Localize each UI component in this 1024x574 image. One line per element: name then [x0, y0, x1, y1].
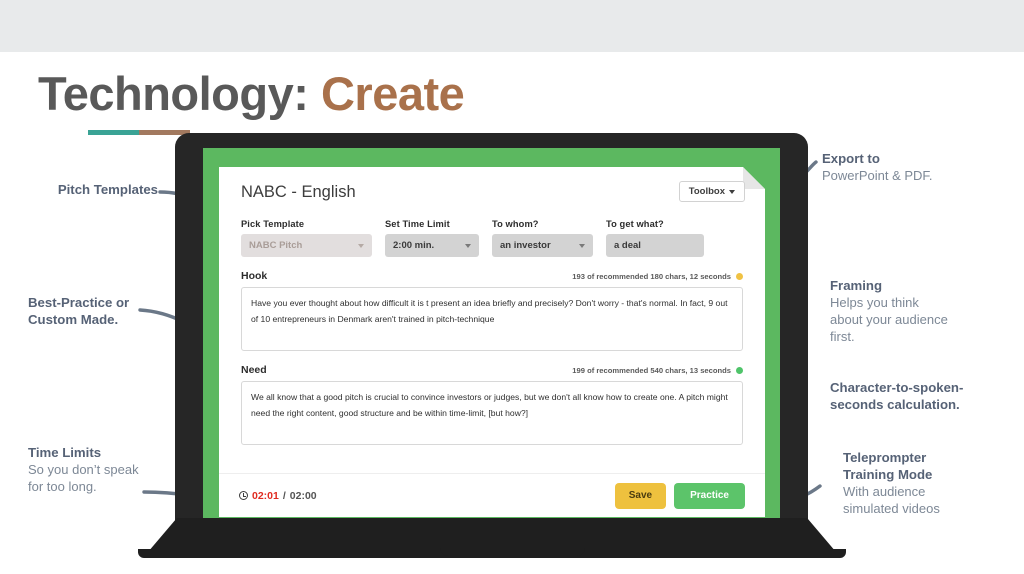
section-need: Need 199 of recommended 540 chars, 13 se… — [219, 351, 765, 445]
to-get-what-input[interactable]: a deal — [606, 234, 704, 257]
app-header: NABC - English Toolbox — [219, 167, 765, 213]
pitch-settings-row: Pick Template NABC Pitch Set Time Limit … — [219, 213, 765, 257]
timer-total: 02:00 — [289, 489, 317, 502]
section-hook: Hook 193 of recommended 180 chars, 12 se… — [219, 257, 765, 351]
to-whom-select[interactable]: an investor — [492, 234, 593, 257]
toolbox-button-label: Toolbox — [688, 186, 725, 197]
counter-text: 199 of recommended 540 chars, 13 seconds — [572, 365, 731, 375]
app-card: NABC - English Toolbox Pick Template NAB… — [219, 167, 765, 517]
status-badge — [736, 367, 743, 374]
select-value: a deal — [614, 240, 641, 251]
annotation-framing: Framing Helps you think about your audie… — [830, 278, 1010, 346]
section-title: Hook — [241, 270, 268, 282]
annotation-heading: Pitch Templates — [57, 182, 158, 197]
footer-actions: Save Practice — [615, 483, 745, 509]
select-value: NABC Pitch — [249, 240, 303, 251]
practice-button[interactable]: Practice — [674, 483, 745, 509]
section-header: Hook 193 of recommended 180 chars, 12 se… — [241, 270, 743, 282]
hook-textarea[interactable]: Have you ever thought about how difficul… — [241, 287, 743, 351]
annotation-heading: Time Limits — [28, 445, 102, 460]
select-value: 2:00 min. — [393, 240, 435, 251]
top-gray-band — [0, 0, 1024, 52]
annotation-body: With audience simulated videos — [843, 483, 940, 516]
annotation-heading: Teleprompter Training Mode — [843, 450, 933, 482]
need-textarea[interactable]: We all know that a good pitch is crucial… — [241, 381, 743, 445]
page-title: Technology: Create — [38, 66, 465, 121]
field-to-get-what: To get what? a deal — [606, 219, 704, 257]
chevron-down-icon — [358, 244, 364, 248]
page-title-primary: Technology: — [38, 67, 309, 120]
pitch-timer: 02:01 / 02:00 — [239, 490, 317, 502]
page-title-accent: Create — [320, 67, 465, 120]
accent-rule-teal — [88, 130, 139, 135]
annotation-best-practice: Best-Practice or Custom Made. — [28, 295, 146, 329]
section-title: Need — [241, 364, 267, 376]
annotation-body: Helps you think about your audience firs… — [830, 294, 948, 344]
status-badge — [736, 273, 743, 280]
chevron-down-icon — [465, 244, 471, 248]
title-accent-rule — [88, 130, 190, 135]
set-time-limit-select[interactable]: 2:00 min. — [385, 234, 479, 257]
toolbox-button[interactable]: Toolbox — [679, 181, 745, 202]
app-title: NABC - English — [241, 183, 356, 201]
annotation-body: So you don’t speak for too long. — [28, 461, 139, 494]
chevron-down-icon — [579, 244, 585, 248]
field-pick-template: Pick Template NABC Pitch — [241, 219, 372, 257]
annotation-pitch-templates: Pitch Templates — [30, 182, 158, 199]
need-char-counter: 199 of recommended 540 chars, 13 seconds — [572, 366, 743, 375]
timer-separator: / — [282, 489, 286, 502]
annotation-teleprompter: Teleprompter Training Mode With audience… — [843, 450, 1023, 518]
field-to-whom: To whom? an investor — [492, 219, 593, 257]
app-footer: 02:01 / 02:00 Save Practice — [219, 473, 765, 517]
field-label: To whom? — [492, 219, 539, 229]
annotation-heading: Best-Practice or Custom Made. — [28, 295, 130, 327]
annotation-time-limits: Time Limits So you don’t speak for too l… — [28, 445, 158, 496]
timer-current: 02:01 — [252, 489, 279, 502]
field-label: Set Time Limit — [385, 219, 450, 229]
field-label: To get what? — [606, 219, 664, 229]
annotation-character-seconds: Character-to-spoken- seconds calculation… — [830, 380, 1020, 414]
annotation-heading: Framing — [830, 278, 883, 293]
annotation-heading: Character-to-spoken- seconds calculation… — [830, 380, 964, 412]
section-header: Need 199 of recommended 540 chars, 13 se… — [241, 364, 743, 376]
annotation-heading: Export to — [822, 151, 880, 166]
chevron-down-icon — [729, 190, 735, 194]
annotation-export-to: Export to PowerPoint & PDF. — [822, 151, 1012, 185]
field-label: Pick Template — [241, 219, 305, 229]
pick-template-select[interactable]: NABC Pitch — [241, 234, 372, 257]
counter-text: 193 of recommended 180 chars, 12 seconds — [572, 271, 731, 281]
laptop-screen: NABC - English Toolbox Pick Template NAB… — [203, 148, 780, 521]
laptop-base — [148, 518, 836, 552]
select-value: an investor — [500, 240, 551, 251]
slide-root: Technology: Create NABC - English Toolbo… — [0, 0, 1024, 574]
field-set-time-limit: Set Time Limit 2:00 min. — [385, 219, 479, 257]
annotation-body: PowerPoint & PDF. — [822, 167, 933, 183]
clock-icon — [239, 491, 248, 500]
laptop-lid: NABC - English Toolbox Pick Template NAB… — [175, 133, 808, 521]
hook-char-counter: 193 of recommended 180 chars, 12 seconds — [572, 272, 743, 281]
save-button[interactable]: Save — [615, 483, 666, 509]
